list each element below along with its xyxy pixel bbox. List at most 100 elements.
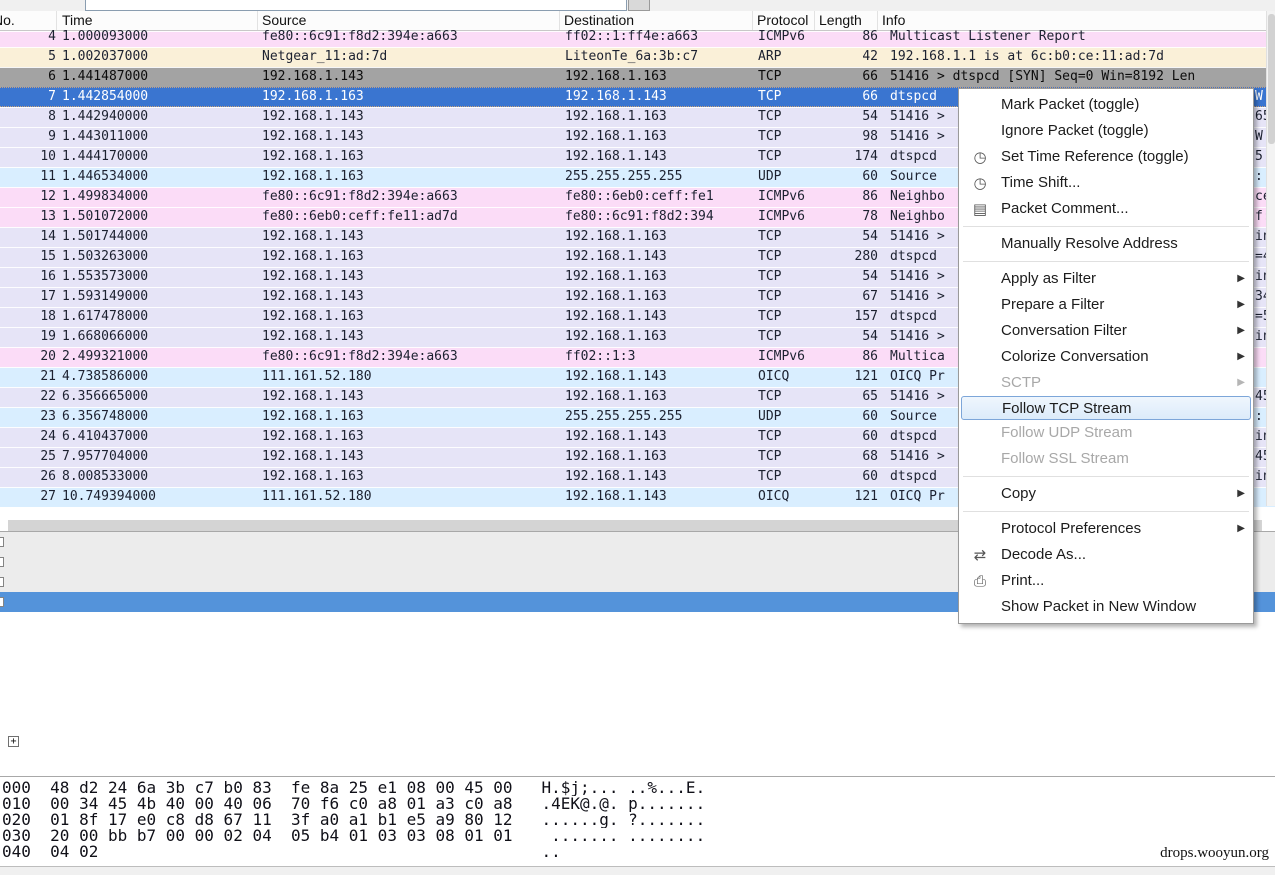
menu-item-apply-as-filter[interactable]: Apply as Filter ▶ bbox=[959, 266, 1253, 292]
menu-item-copy[interactable]: Copy ▶ bbox=[959, 481, 1253, 507]
plus-expander-icon[interactable]: + bbox=[8, 736, 19, 747]
packet-length: 60 bbox=[816, 408, 878, 427]
menu-item-conversation-filter[interactable]: Conversation Filter ▶ bbox=[959, 318, 1253, 344]
hex-dump-pane[interactable]: 000 48 d2 24 6a 3b c7 b0 83 fe 8a 25 e1 … bbox=[0, 776, 1275, 866]
menu-item-packet-comment[interactable]: ▤ Packet Comment... bbox=[959, 196, 1253, 222]
menu-item-decode-as[interactable]: ⇄ Decode As... bbox=[959, 542, 1253, 568]
packet-time: 6.356748000 bbox=[62, 408, 258, 427]
packet-length: 60 bbox=[816, 168, 878, 187]
packet-protocol: TCP bbox=[758, 328, 816, 347]
packet-no: 22 bbox=[0, 388, 56, 407]
packet-length: 86 bbox=[816, 28, 878, 43]
detail-row[interactable]: + Window size value: 8192 bbox=[0, 752, 1275, 772]
clock-icon: ◷ bbox=[969, 170, 991, 196]
vertical-scrollbar-thumb[interactable] bbox=[1268, 14, 1275, 144]
menu-item-show-packet-in-new-window[interactable]: Show Packet in New Window bbox=[959, 594, 1253, 620]
packet-source: Netgear_11:ad:7d bbox=[262, 48, 561, 67]
packet-destination: 192.168.1.163 bbox=[565, 268, 755, 287]
packet-destination: 192.168.1.143 bbox=[565, 488, 755, 507]
packet-time: 1.002037000 bbox=[62, 48, 258, 67]
expander-icon[interactable] bbox=[0, 597, 4, 607]
packet-protocol: TCP bbox=[758, 428, 816, 447]
packet-time: 4.738586000 bbox=[62, 368, 258, 387]
submenu-arrow-icon: ▶ bbox=[1237, 516, 1245, 542]
packet-source: 111.161.52.180 bbox=[262, 368, 561, 387]
packet-source: 192.168.1.163 bbox=[262, 428, 561, 447]
detail-row[interactable]: + Destination port: 51416 (51416) bbox=[0, 632, 1275, 652]
packet-length: 54 bbox=[816, 108, 878, 127]
detail-row[interactable]: + [Stream index: 0] bbox=[0, 652, 1275, 672]
packet-length: 60 bbox=[816, 428, 878, 447]
packet-source: 192.168.1.143 bbox=[262, 268, 561, 287]
packet-destination: ff02::1:3 bbox=[565, 348, 755, 367]
packet-length: 54 bbox=[816, 228, 878, 247]
menu-item-follow-udp-stream[interactable]: Follow UDP Stream bbox=[959, 420, 1253, 446]
packet-no: 6 bbox=[0, 68, 56, 87]
expander-icon[interactable] bbox=[0, 577, 4, 587]
detail-row[interactable]: + Acknowledgment number: 1 (relative ack… bbox=[0, 692, 1275, 712]
packet-protocol: OICQ bbox=[758, 488, 816, 507]
menu-item-sctp[interactable]: SCTP ▶ bbox=[959, 370, 1253, 396]
filter-dropdown-button[interactable] bbox=[628, 0, 650, 11]
packet-source: 192.168.1.163 bbox=[262, 148, 561, 167]
menu-item-ignore-packet-toggle[interactable]: Ignore Packet (toggle) bbox=[959, 118, 1253, 144]
packet-time: 1.668066000 bbox=[62, 328, 258, 347]
packet-protocol: TCP bbox=[758, 308, 816, 327]
packet-no: 16 bbox=[0, 268, 56, 287]
hex-line[interactable]: 030 20 00 bb b7 00 00 02 04 05 b4 01 03 … bbox=[0, 828, 1275, 844]
packet-protocol: TCP bbox=[758, 128, 816, 147]
packet-no: 23 bbox=[0, 408, 56, 427]
packet-protocol: TCP bbox=[758, 248, 816, 267]
expander-icon[interactable] bbox=[0, 557, 4, 567]
menu-item-label: Copy bbox=[1001, 485, 1036, 502]
menu-item-follow-tcp-stream[interactable]: Follow TCP Stream bbox=[961, 396, 1251, 420]
menu-item-label: Prepare a Filter bbox=[1001, 296, 1104, 313]
packet-row[interactable]: 4 1.000093000 fe80::6c91:f8d2:394e:a663 … bbox=[0, 31, 1275, 47]
packet-source: fe80::6c91:f8d2:394e:a663 bbox=[262, 188, 561, 207]
hex-line[interactable]: 000 48 d2 24 6a 3b c7 b0 83 fe 8a 25 e1 … bbox=[0, 780, 1275, 796]
packet-source: fe80::6c91:f8d2:394e:a663 bbox=[262, 28, 561, 43]
detail-row[interactable]: + Flags: 0x012 (SYN, ACK) bbox=[0, 732, 1275, 752]
menu-item-mark-packet-toggle[interactable]: Mark Packet (toggle) bbox=[959, 92, 1253, 118]
menu-item-print[interactable]: ⎙ Print... bbox=[959, 568, 1253, 594]
packet-row[interactable]: 6 1.441487000 192.168.1.143 192.168.1.16… bbox=[0, 67, 1275, 87]
packet-destination: 192.168.1.163 bbox=[565, 68, 755, 87]
packet-protocol: TCP bbox=[758, 448, 816, 467]
packet-no: 18 bbox=[0, 308, 56, 327]
hex-line[interactable]: 010 00 34 45 4b 40 00 40 06 70 f6 c0 a8 … bbox=[0, 796, 1275, 812]
packet-protocol: ICMPv6 bbox=[758, 208, 816, 227]
packet-time: 1.443011000 bbox=[62, 128, 258, 147]
packet-time: 1.501072000 bbox=[62, 208, 258, 227]
packet-protocol: TCP bbox=[758, 148, 816, 167]
menu-item-manually-resolve-address[interactable]: Manually Resolve Address bbox=[959, 231, 1253, 257]
packet-source: 192.168.1.143 bbox=[262, 108, 561, 127]
packet-destination: 192.168.1.163 bbox=[565, 128, 755, 147]
filter-input[interactable] bbox=[85, 0, 627, 11]
detail-row[interactable]: + Header length: 32 bytes bbox=[0, 712, 1275, 732]
menu-item-set-time-reference-toggle[interactable]: ◷ Set Time Reference (toggle) bbox=[959, 144, 1253, 170]
packet-length: 66 bbox=[816, 68, 878, 87]
hex-line[interactable]: 020 01 8f 17 e0 c8 d8 67 11 3f a0 a1 b1 … bbox=[0, 812, 1275, 828]
menu-item-label: Packet Comment... bbox=[1001, 200, 1129, 217]
expander-icon[interactable] bbox=[0, 537, 4, 547]
vertical-scrollbar[interactable] bbox=[1266, 11, 1275, 506]
detail-row[interactable]: + Sequence number: 0 (relative sequence … bbox=[0, 672, 1275, 692]
menu-item-time-shift[interactable]: ◷ Time Shift... bbox=[959, 170, 1253, 196]
packet-length: 67 bbox=[816, 288, 878, 307]
packet-time: 6.356665000 bbox=[62, 388, 258, 407]
hex-line[interactable]: 040 04 02 .. bbox=[0, 844, 1275, 860]
packet-length: 60 bbox=[816, 468, 878, 487]
menu-item-colorize-conversation[interactable]: Colorize Conversation ▶ bbox=[959, 344, 1253, 370]
menu-item-protocol-preferences[interactable]: Protocol Preferences ▶ bbox=[959, 516, 1253, 542]
packet-destination: LiteonTe_6a:3b:c7 bbox=[565, 48, 755, 67]
packet-no: 12 bbox=[0, 188, 56, 207]
packet-no: 4 bbox=[0, 28, 56, 43]
menu-item-prepare-a-filter[interactable]: Prepare a Filter ▶ bbox=[959, 292, 1253, 318]
watermark: drops.wooyun.org bbox=[1160, 845, 1269, 862]
packet-protocol: ICMPv6 bbox=[758, 348, 816, 367]
menu-item-follow-ssl-stream[interactable]: Follow SSL Stream bbox=[959, 446, 1253, 472]
packet-row[interactable]: 5 1.002037000 Netgear_11:ad:7d LiteonTe_… bbox=[0, 47, 1275, 67]
packet-no: 17 bbox=[0, 288, 56, 307]
packet-destination: 192.168.1.143 bbox=[565, 308, 755, 327]
menu-separator bbox=[963, 476, 1249, 477]
